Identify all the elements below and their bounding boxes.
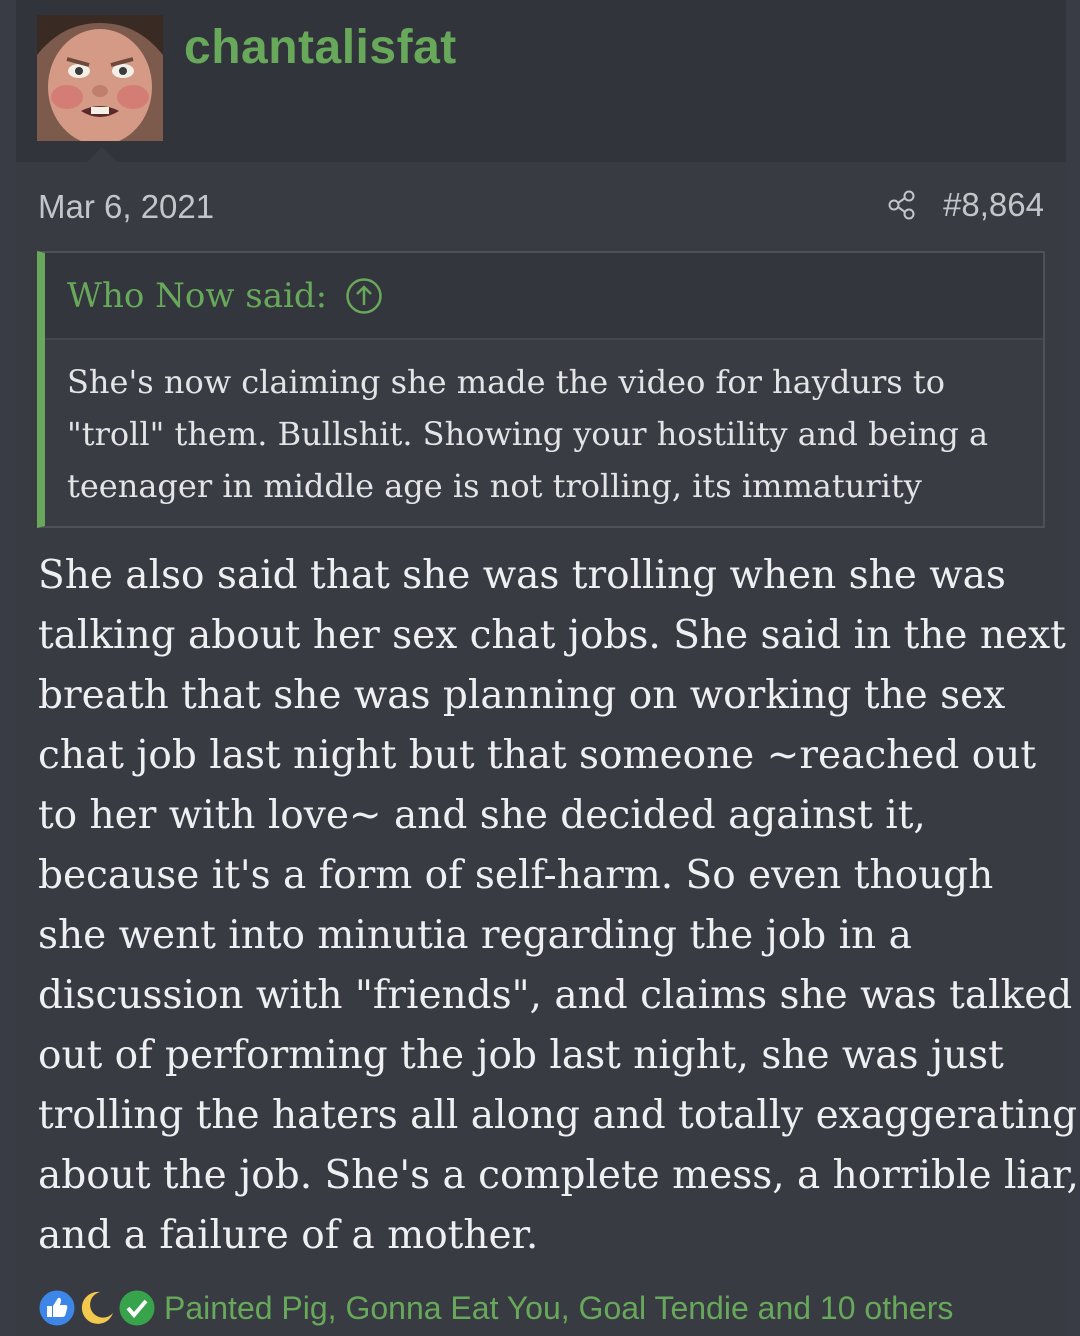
share-icon[interactable] — [887, 190, 917, 220]
thumbs-up-icon — [36, 1287, 78, 1329]
quote-line: "troll" them. Bullshit. Showing your hos… — [67, 415, 989, 453]
check-icon — [116, 1287, 158, 1329]
message-line: because it's a form of self-harm. So eve… — [38, 853, 994, 898]
reaction-icons[interactable] — [34, 1285, 158, 1331]
message-line: about the job. She's a complete mess, a … — [38, 1153, 1079, 1198]
quote-header: Who Now said: — [45, 253, 1043, 340]
quote-block: Who Now said: She's now claiming she mad… — [37, 251, 1045, 528]
quote-line: teenager in middle age is not trolling, … — [67, 467, 922, 505]
post-message: She also said that she was trolling when… — [38, 546, 1079, 1266]
message-line: discussion with "friends", and claims sh… — [38, 973, 1073, 1018]
reactions-bar[interactable]: Painted Pig, Gonna Eat You, Goal Tendie … — [34, 1283, 953, 1333]
post-user-header — [16, 0, 1066, 162]
message-line: breath that she was planning on working … — [38, 673, 1006, 718]
message-line: She also said that she was trolling when… — [38, 553, 1006, 598]
quote-text: She's now claiming she made the video fo… — [45, 340, 1043, 512]
reaction-users-link[interactable]: Painted Pig, Gonna Eat You, Goal Tendie … — [164, 1290, 953, 1327]
message-line: to her with love~ and she decided agains… — [38, 793, 926, 838]
post-meta: #8,864 — [887, 186, 1044, 224]
message-line: she went into minutia regarding the job … — [38, 913, 912, 958]
user-avatar[interactable] — [37, 15, 163, 141]
message-line: out of performing the job last night, sh… — [38, 1033, 1004, 1078]
message-line: talking about her sex chat jobs. She sai… — [38, 613, 1066, 658]
username-link[interactable]: chantalisfat — [184, 20, 457, 75]
quote-line: She's now claiming she made the video fo… — [67, 363, 945, 401]
message-line: and a failure of a mother. — [38, 1213, 539, 1258]
message-line: chat job last night but that someone ~re… — [38, 733, 1036, 778]
message-line: trolling the haters all along and totall… — [38, 1093, 1078, 1138]
post-date[interactable]: Mar 6, 2021 — [38, 188, 214, 226]
arrow-up-circle-icon[interactable] — [345, 277, 383, 315]
avatar-pointer — [86, 147, 118, 163]
post-number-link[interactable]: #8,864 — [943, 186, 1044, 224]
quote-attribution[interactable]: Who Now said: — [67, 276, 327, 316]
moon-icon — [78, 1289, 116, 1327]
